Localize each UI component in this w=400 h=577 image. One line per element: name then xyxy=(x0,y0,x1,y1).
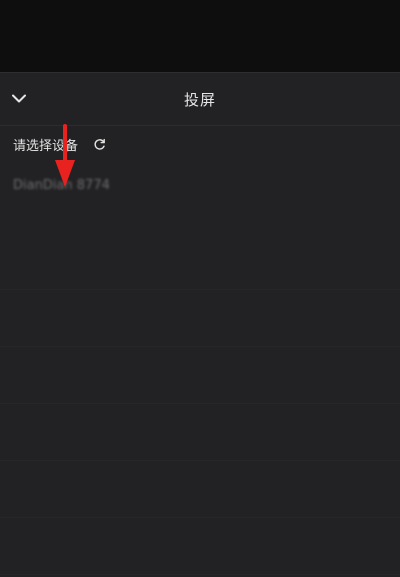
refresh-icon xyxy=(93,138,105,150)
refresh-button[interactable] xyxy=(92,137,106,151)
list-divider xyxy=(0,461,400,518)
list-divider xyxy=(0,290,400,347)
cast-panel: 投屏 请选择设备 DianDian 8774 xyxy=(0,72,400,577)
device-name: DianDian 8774 xyxy=(13,177,110,193)
list-divider xyxy=(0,404,400,461)
device-select-row: 请选择设备 xyxy=(0,126,400,162)
collapse-button[interactable] xyxy=(6,85,32,111)
list-divider xyxy=(0,233,400,290)
chevron-down-icon xyxy=(12,94,26,102)
page-title: 投屏 xyxy=(183,90,216,109)
select-device-label: 请选择设备 xyxy=(13,138,79,154)
device-list-empty-area xyxy=(0,233,400,577)
video-preview-area xyxy=(0,0,400,72)
list-divider xyxy=(0,347,400,404)
device-list-item[interactable]: DianDian 8774 xyxy=(0,162,400,208)
cast-panel-header: 投屏 xyxy=(0,73,400,126)
list-divider xyxy=(0,518,400,575)
